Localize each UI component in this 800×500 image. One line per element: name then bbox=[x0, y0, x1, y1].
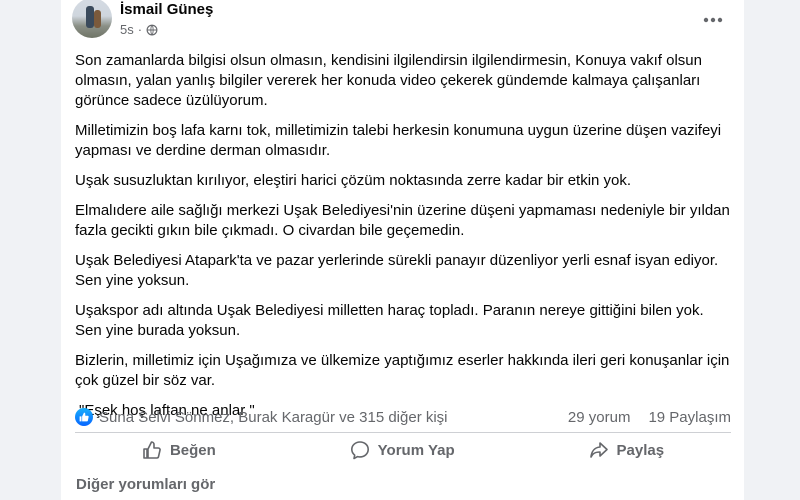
share-count[interactable]: 19 Paylaşım bbox=[648, 409, 731, 426]
post-card: İsmail Güneş 5s · Son zamanlarda bilgisi… bbox=[61, 0, 744, 500]
engagement-counts: 29 yorum 19 Paylaşım bbox=[568, 409, 731, 426]
share-button[interactable]: Paylaş bbox=[569, 436, 685, 464]
post-paragraph: Son zamanlarda bilgisi olsun olmasın, ke… bbox=[75, 52, 702, 109]
like-button[interactable]: Beğen bbox=[122, 436, 236, 464]
post-actions: Beğen Yorum Yap Paylaş bbox=[75, 434, 731, 466]
share-arrow-icon bbox=[589, 440, 609, 460]
more-options-button[interactable] bbox=[695, 4, 731, 34]
comment-count[interactable]: 29 yorum bbox=[568, 409, 631, 426]
more-horizontal-icon bbox=[703, 10, 723, 28]
like-label: Beğen bbox=[169, 441, 216, 459]
reactions-summary[interactable]: Suna Selvi Sönmez, Burak Karagür ve 315 … bbox=[75, 408, 448, 426]
author-name[interactable]: İsmail Güneş bbox=[120, 1, 213, 18]
globe-icon[interactable] bbox=[146, 24, 158, 36]
thumbs-up-icon bbox=[142, 440, 162, 460]
post-body: Son zamanlarda bilgisi olsun olmasın, ke… bbox=[75, 51, 731, 431]
comment-button[interactable]: Yorum Yap bbox=[330, 436, 475, 464]
avatar-figure bbox=[94, 10, 101, 28]
view-more-comments-link[interactable]: Diğer yorumları gör bbox=[76, 476, 215, 493]
post-paragraph: Uşak Belediyesi Atapark'ta ve pazar yerl… bbox=[75, 252, 719, 289]
post-meta: 5s · bbox=[120, 22, 158, 37]
post-paragraph: Uşak susuzluktan kırılıyor, eleştiri har… bbox=[75, 172, 632, 189]
post-paragraph: Bizlerin, milletimiz için Uşağımıza ve ü… bbox=[75, 352, 730, 389]
post-timestamp[interactable]: 5s bbox=[120, 22, 134, 37]
avatar-figure bbox=[86, 6, 94, 28]
post-paragraph: Elmalıdere aile sağlığı merkezi Uşak Bel… bbox=[75, 202, 730, 239]
share-label: Paylaş bbox=[616, 441, 665, 459]
post-paragraph: Uşakspor adı altında Uşak Belediyesi mil… bbox=[75, 302, 704, 339]
comment-label: Yorum Yap bbox=[377, 441, 455, 459]
comment-bubble-icon bbox=[350, 440, 370, 460]
post-stats: Suna Selvi Sönmez, Burak Karagür ve 315 … bbox=[75, 403, 731, 431]
reactions-text[interactable]: Suna Selvi Sönmez, Burak Karagür ve 315 … bbox=[99, 409, 448, 426]
post-paragraph: Milletimizin boş lafa karnı tok, milleti… bbox=[75, 122, 722, 159]
stats-divider bbox=[75, 432, 731, 433]
author-avatar[interactable] bbox=[72, 0, 112, 38]
meta-separator: · bbox=[137, 22, 143, 37]
like-reaction-icon bbox=[75, 408, 93, 426]
